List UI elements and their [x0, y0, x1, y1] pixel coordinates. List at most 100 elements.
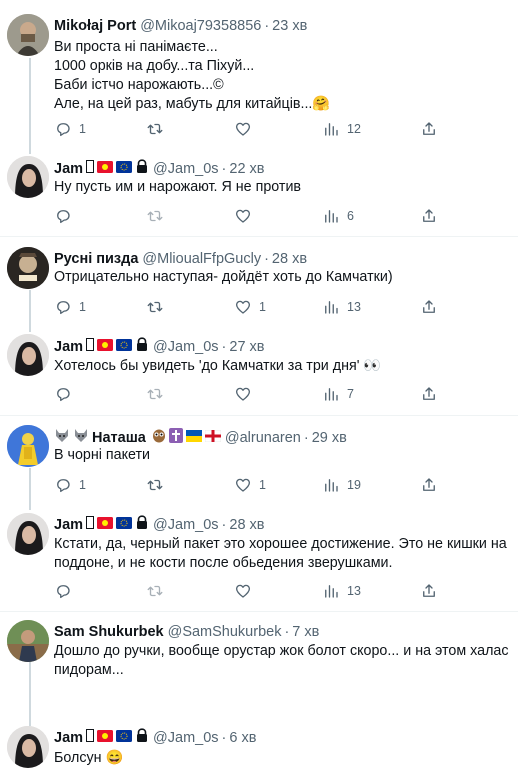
like-icon [235, 387, 251, 401]
action-bar: 1 12 [54, 119, 474, 139]
avatar[interactable] [7, 14, 49, 56]
reply-button[interactable]: 1 [54, 297, 86, 317]
avatar[interactable] [7, 334, 49, 376]
separator-dot: · [264, 251, 269, 267]
tweet[interactable]: Jam @Jam_0s · 28 хв Кстати, да, черный п… [0, 508, 518, 611]
kyrgyzstan-flag-icon [97, 729, 114, 747]
retweet-button[interactable] [146, 475, 171, 495]
tweet-text-line: Болсун 😄 [54, 750, 124, 766]
avatar[interactable] [7, 247, 49, 289]
separator-dot: · [264, 18, 270, 34]
author-handle[interactable]: @MlioualFfpGucly [142, 250, 261, 268]
like-button[interactable]: 1 [234, 297, 266, 317]
views-button[interactable]: 7 [322, 384, 354, 404]
like-button[interactable] [234, 384, 259, 404]
author-handle[interactable]: @Jam_0s [153, 729, 219, 747]
reply-count: 1 [79, 122, 86, 136]
author-name[interactable]: Jam [54, 338, 83, 356]
tweet-text: Ну пусть им и нарожают. Я не против [54, 178, 509, 197]
author-name[interactable]: Mikołaj Port [54, 17, 136, 35]
share-button[interactable] [420, 119, 438, 139]
timestamp[interactable]: 28 хв [229, 516, 264, 534]
action-bar: 1 1 19 [54, 475, 474, 495]
author-name[interactable]: Наташа [92, 429, 146, 447]
retweet-icon [147, 123, 163, 135]
avatar[interactable] [7, 620, 49, 662]
retweet-button[interactable] [146, 384, 171, 404]
author-name[interactable]: Jam [54, 516, 83, 534]
views-button[interactable]: 12 [322, 119, 361, 139]
author-handle[interactable]: @Jam_0s [153, 338, 219, 356]
tweet[interactable]: Русні пизда @MlioualFfpGucly · 28 хв Отр… [0, 237, 518, 329]
timestamp[interactable]: 27 хв [229, 338, 264, 356]
reply-button[interactable] [54, 384, 79, 404]
separator-dot: · [221, 730, 227, 746]
timestamp[interactable]: 28 хв [272, 250, 307, 268]
views-icon [325, 388, 338, 401]
author-name[interactable]: Русні пизда [54, 250, 138, 268]
views-button[interactable]: 13 [322, 297, 361, 317]
like-button[interactable]: 1 [234, 475, 266, 495]
retweet-icon [147, 388, 163, 400]
timestamp[interactable]: 7 хв [292, 623, 319, 641]
tweet[interactable]: Наташа @alrunaren · 29 хв В чорні пакети… [0, 416, 518, 508]
unknown-glyph-icon [86, 516, 95, 534]
tweet-text-line: Але, на цей раз, мабуть для китайців...🤗 [54, 96, 331, 112]
lock-icon [135, 159, 149, 179]
reply-icon [57, 479, 70, 493]
share-button[interactable] [420, 206, 438, 226]
avatar[interactable] [7, 513, 49, 555]
reply-button[interactable]: 1 [54, 119, 86, 139]
timestamp[interactable]: 29 хв [312, 429, 347, 447]
retweet-icon [147, 585, 163, 597]
reply-button[interactable] [54, 206, 79, 226]
separator-dot: · [221, 339, 227, 355]
like-icon [235, 209, 251, 223]
tweet[interactable]: Mikołaj Port @Mikoaj79358856 · 23 хв Ви … [0, 0, 518, 150]
action-bar: 6 [54, 206, 474, 226]
author-name[interactable]: Jam [54, 160, 83, 178]
retweet-button[interactable] [146, 206, 171, 226]
owl-icon [152, 428, 166, 448]
tweet-text-line: Ну пусть им и нарожают. Я не против [54, 179, 302, 195]
share-button[interactable] [420, 297, 438, 317]
timestamp[interactable]: 6 хв [229, 729, 256, 747]
author-name[interactable]: Jam [54, 729, 83, 747]
unknown-glyph-icon [86, 729, 95, 747]
tweet[interactable]: Jam @Jam_0s · 27 хв Хотелось бы увидеть … [0, 329, 518, 415]
author-handle[interactable]: @alrunaren [225, 429, 301, 447]
tweet[interactable]: Sam Shukurbek @SamShukurbek · 7 хв Дошло… [0, 612, 518, 717]
share-button[interactable] [420, 384, 438, 404]
like-button[interactable] [234, 581, 259, 601]
share-button[interactable] [420, 475, 438, 495]
views-button[interactable]: 19 [322, 475, 361, 495]
avatar[interactable] [7, 156, 49, 198]
tweet-text-line: Хотелось бы увидеть 'до Камчатки за три … [54, 358, 382, 374]
ukraine-flag-icon [185, 429, 202, 447]
author-handle[interactable]: @Jam_0s [153, 160, 219, 178]
like-icon [235, 478, 251, 492]
like-button[interactable] [234, 119, 259, 139]
separator-dot: · [221, 161, 227, 177]
retweet-button[interactable] [146, 581, 171, 601]
reply-button[interactable]: 1 [54, 475, 86, 495]
timestamp[interactable]: 22 хв [229, 160, 264, 178]
retweet-button[interactable] [146, 297, 171, 317]
timestamp[interactable]: 23 хв [272, 17, 307, 35]
retweet-button[interactable] [146, 119, 171, 139]
author-name[interactable]: Sam Shukurbek [54, 623, 164, 641]
reply-button[interactable] [54, 581, 79, 601]
avatar[interactable] [7, 425, 49, 467]
views-button[interactable]: 6 [322, 206, 354, 226]
tweet[interactable]: Jam @Jam_0s · 22 хв Ну пусть им и нарожа… [0, 150, 518, 236]
views-button[interactable]: 13 [322, 581, 361, 601]
share-button[interactable] [420, 581, 438, 601]
like-icon [235, 300, 251, 314]
author-handle[interactable]: @Jam_0s [153, 516, 219, 534]
author-handle[interactable]: @SamShukurbek [168, 623, 282, 641]
tweet[interactable]: Jam @Jam_0s · 6 хв Болсун 😄 [0, 717, 518, 771]
avatar[interactable] [7, 726, 49, 768]
tweet-text-line: Дошло до ручки, вообще орустар жок болот… [54, 643, 509, 659]
like-button[interactable] [234, 206, 259, 226]
author-handle[interactable]: @Mikoaj79358856 [140, 17, 261, 35]
